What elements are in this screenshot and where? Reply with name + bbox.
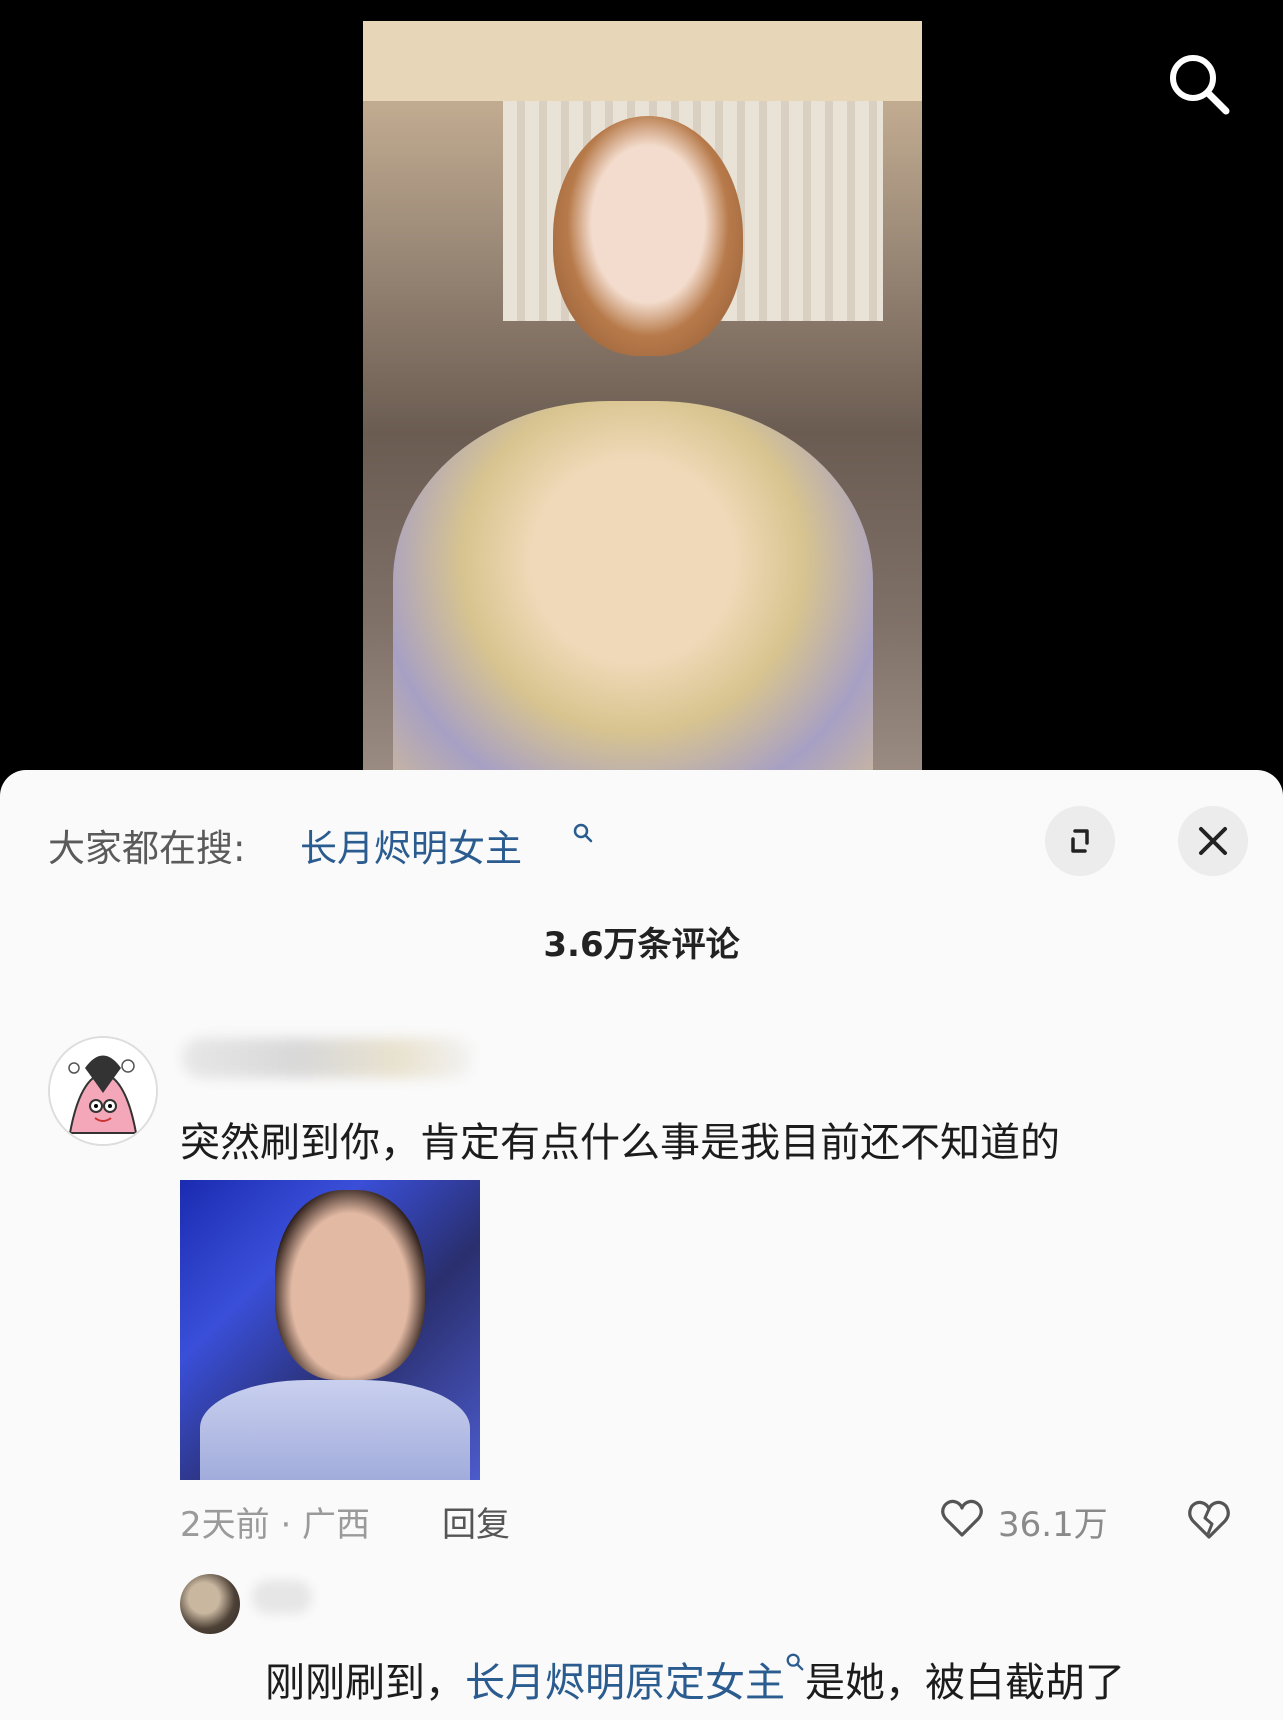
reply-text: 刚刚刷到，长月烬明原定女主 是她，被白截胡了 xyxy=(265,1650,1125,1708)
trending-search-term[interactable]: 长月烬明女主 xyxy=(300,818,522,872)
reply-button[interactable]: 回复 xyxy=(442,1497,510,1546)
reply-text-before: 刚刚刷到， xyxy=(265,1660,465,1706)
like-count: 36.1万 xyxy=(998,1505,1108,1545)
comment-count: 3.6万条评论 xyxy=(543,925,740,965)
heart-icon[interactable] xyxy=(938,1494,986,1542)
expand-icon xyxy=(1071,829,1089,853)
reply-search-link[interactable]: 长月烬明原定女主 xyxy=(465,1660,785,1706)
comment-meta: 2天前 · 广西 xyxy=(180,1505,371,1545)
reply-text-after: 是她，被白截胡了 xyxy=(805,1660,1125,1706)
reply-avatar[interactable] xyxy=(180,1574,240,1634)
video-player[interactable] xyxy=(0,0,1283,770)
comment-text: 突然刷到你，肯定有点什么事是我目前还不知道的 xyxy=(180,1120,1060,1166)
search-icon[interactable] xyxy=(1163,48,1235,120)
video-person-head xyxy=(553,116,743,356)
video-person-body xyxy=(393,401,873,770)
search-small-icon xyxy=(573,823,593,843)
comment-image[interactable] xyxy=(180,1180,480,1480)
video-frame[interactable] xyxy=(363,21,922,770)
avatar[interactable] xyxy=(48,1036,158,1146)
comment-image-shirt xyxy=(200,1380,470,1480)
avatar-cartoon-icon xyxy=(50,1038,156,1144)
close-icon xyxy=(1199,827,1227,855)
close-button[interactable] xyxy=(1178,806,1248,876)
trending-search-prefix: 大家都在搜: xyxy=(48,827,246,870)
reply-username-blurred[interactable] xyxy=(252,1580,312,1614)
comment-image-face xyxy=(275,1190,425,1380)
broken-heart-icon[interactable] xyxy=(1184,1494,1234,1544)
search-small-icon xyxy=(786,1653,804,1671)
expand-button[interactable] xyxy=(1045,806,1115,876)
video-scene-ceiling xyxy=(363,21,922,101)
username-blurred[interactable] xyxy=(182,1038,472,1078)
